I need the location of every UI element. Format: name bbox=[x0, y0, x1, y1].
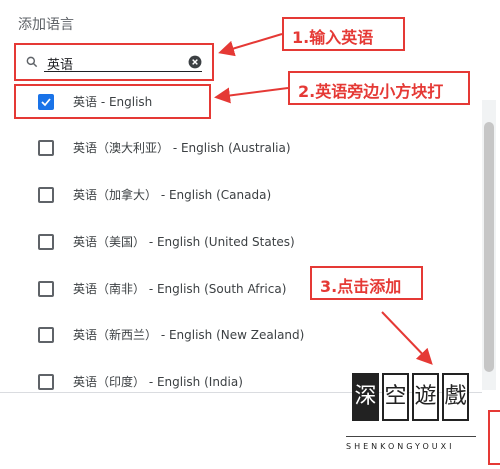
scrollbar-thumb[interactable] bbox=[484, 122, 494, 372]
clear-icon[interactable] bbox=[188, 55, 202, 69]
checkbox[interactable] bbox=[38, 374, 54, 390]
watermark-subtitle: SHENKONGYOUXI bbox=[346, 442, 455, 451]
language-label: 英语（澳大利亚） - English (Australia) bbox=[73, 141, 291, 155]
language-item-english-australia[interactable]: 英语（澳大利亚） - English (Australia) bbox=[0, 128, 480, 168]
annotation-step1: 1.输入英语 bbox=[282, 17, 405, 51]
checkbox[interactable] bbox=[38, 140, 54, 156]
language-item-english-new-zealand[interactable]: 英语（新西兰） - English (New Zealand) bbox=[0, 315, 480, 355]
watermark-char: 深 bbox=[352, 373, 379, 421]
annotation-step2: 2.英语旁边小方块打 bbox=[288, 71, 470, 105]
checkbox[interactable] bbox=[38, 281, 54, 297]
checkbox[interactable] bbox=[38, 234, 54, 250]
watermark-divider bbox=[346, 436, 476, 437]
checkbox[interactable] bbox=[38, 187, 54, 203]
watermark-char: 空 bbox=[382, 373, 409, 421]
checkbox[interactable] bbox=[38, 327, 54, 343]
highlight-box-add-button bbox=[488, 410, 500, 465]
language-label: 英语（加拿大） - English (Canada) bbox=[73, 188, 272, 202]
language-item-english-canada[interactable]: 英语（加拿大） - English (Canada) bbox=[0, 175, 480, 215]
language-label: 英语（南非） - English (South Africa) bbox=[73, 282, 287, 296]
search-box[interactable]: 英语 bbox=[14, 43, 214, 81]
search-icon bbox=[26, 56, 38, 68]
dialog-title: 添加语言 bbox=[18, 17, 74, 33]
language-label: 英语（印度） - English (India) bbox=[73, 375, 243, 389]
annotation-step3: 3.点击添加 bbox=[310, 266, 423, 300]
language-item-english-us[interactable]: 英语（美国） - English (United States) bbox=[0, 222, 480, 262]
watermark-char: 遊 bbox=[412, 373, 439, 421]
search-underline bbox=[44, 71, 202, 72]
language-label: 英语（美国） - English (United States) bbox=[73, 235, 295, 249]
watermark-char: 戲 bbox=[442, 373, 469, 421]
watermark-logo: 深 空 遊 戲 bbox=[352, 373, 470, 429]
language-label: 英语（新西兰） - English (New Zealand) bbox=[73, 328, 305, 342]
highlight-box-english bbox=[14, 84, 211, 119]
